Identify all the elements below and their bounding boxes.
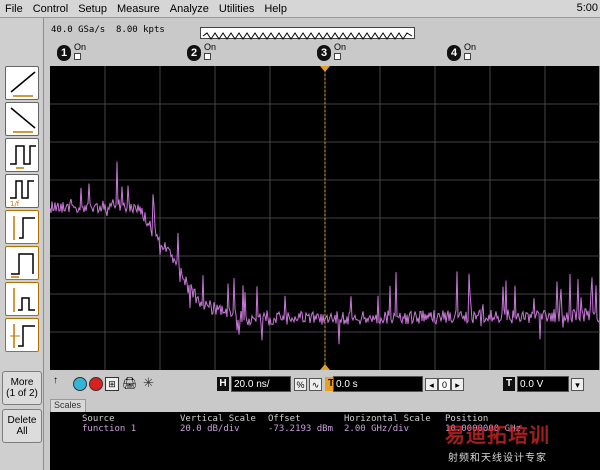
print-icon[interactable]: 🖨 bbox=[122, 376, 137, 390]
single-icon[interactable]: ⊞ bbox=[105, 377, 119, 391]
scales-tab[interactable]: Scales bbox=[50, 399, 86, 412]
clock: 5:00 bbox=[576, 2, 598, 14]
channel-4-checkbox[interactable] bbox=[464, 53, 471, 60]
trigger-level-dropdown-icon[interactable]: ▾ bbox=[571, 378, 584, 391]
waveform-canvas bbox=[50, 66, 600, 370]
rising-edge-trigger-button[interactable] bbox=[5, 66, 39, 100]
record-length: 8.00 kpts bbox=[116, 25, 165, 35]
menu-measure[interactable]: Measure bbox=[112, 3, 165, 15]
horizontal-scale-units-icon[interactable]: % bbox=[294, 378, 307, 391]
control-bar: ↑ ⊞ 🖨 ✳ H 20.0 ns/ % ∿ T 0.0 s ◂ 0 ▸ T 0… bbox=[45, 373, 600, 397]
trigger-level-field[interactable]: 0.0 V bbox=[517, 376, 569, 392]
memory-timeline-bar[interactable] bbox=[200, 27, 415, 40]
pulse-divide-trigger-icon: 1/f bbox=[10, 180, 34, 208]
horizontal-scale-header: Horizontal Scale bbox=[344, 414, 431, 424]
waveform-toggle-icon[interactable]: ∿ bbox=[309, 378, 322, 391]
source-value: function 1 bbox=[82, 424, 137, 434]
waveform-display[interactable] bbox=[50, 66, 600, 370]
position-value: 10.0000000 GHz bbox=[445, 424, 521, 434]
trigger-toolbar: 1/f More (1 of 2) Delete All bbox=[0, 18, 44, 470]
pattern-trigger-icon bbox=[11, 253, 34, 278]
run-icon[interactable] bbox=[73, 377, 87, 391]
delay-field[interactable]: 0.0 s bbox=[333, 376, 423, 392]
channel-2-state: On bbox=[204, 42, 217, 52]
channel-1-badge: 1 bbox=[57, 45, 71, 61]
offset-value: -73.2193 dBm bbox=[268, 424, 334, 434]
sample-rate: 40.0 GSa/s bbox=[51, 25, 106, 35]
pulse-width-trigger-icon bbox=[10, 145, 36, 169]
setup-hold-trigger-button[interactable] bbox=[5, 318, 39, 352]
pattern-trigger-button[interactable] bbox=[5, 246, 39, 280]
transition-trigger-button[interactable] bbox=[5, 210, 39, 244]
channel-1-state: On bbox=[74, 42, 87, 52]
channel-4-badge: 4 bbox=[447, 45, 461, 61]
runt-trigger-button[interactable] bbox=[5, 282, 39, 316]
time-per-div-field[interactable]: 20.0 ns/ bbox=[231, 376, 291, 392]
vertical-scale-value: 20.0 dB/div bbox=[180, 424, 240, 434]
more-button[interactable]: More (1 of 2) bbox=[2, 371, 42, 405]
more-label: More bbox=[10, 377, 34, 388]
menu-analyze[interactable]: Analyze bbox=[165, 3, 214, 15]
source-header: Source bbox=[82, 414, 115, 424]
menu-bar: File Control Setup Measure Analyze Utili… bbox=[0, 0, 600, 18]
delete-label: Delete bbox=[7, 415, 37, 426]
expand-arrow-icon[interactable]: ↑ bbox=[53, 375, 58, 386]
channel-3-checkbox[interactable] bbox=[334, 53, 341, 60]
delay-stepper-value: 0 bbox=[438, 378, 451, 391]
acquisition-strip: 40.0 GSa/s 8.00 kpts bbox=[45, 19, 600, 41]
channel-4-state: On bbox=[464, 42, 477, 52]
runt-trigger-icon bbox=[13, 288, 35, 312]
delete-all-label: All bbox=[16, 426, 28, 437]
pulse-divide-trigger-button[interactable]: 1/f bbox=[5, 174, 39, 208]
setup-hold-trigger-icon bbox=[10, 324, 35, 348]
channel-3-badge: 3 bbox=[317, 45, 331, 61]
menu-help[interactable]: Help bbox=[259, 3, 292, 15]
delay-increment-icon[interactable]: ▸ bbox=[451, 378, 464, 391]
channel-row: 1 On 2 On 3 On 4 On bbox=[45, 41, 600, 65]
trigger-arrow-top-icon bbox=[320, 66, 330, 72]
falling-edge-trigger-button[interactable] bbox=[5, 102, 39, 136]
vertical-scale-header: Vertical Scale bbox=[180, 414, 256, 424]
offset-header: Offset bbox=[268, 414, 301, 424]
channel-3-state: On bbox=[334, 42, 347, 52]
pulse-width-trigger-button[interactable] bbox=[5, 138, 39, 172]
menu-control[interactable]: Control bbox=[28, 3, 73, 15]
menu-setup[interactable]: Setup bbox=[73, 3, 112, 15]
timeline-waveform-icon bbox=[202, 32, 413, 40]
channel-2-badge: 2 bbox=[187, 45, 201, 61]
horizontal-scale-value: 2.00 GHz/div bbox=[344, 424, 410, 434]
svg-text:1/f: 1/f bbox=[10, 200, 20, 208]
trigger-arrow-bottom-icon bbox=[320, 364, 330, 370]
delay-decrement-icon[interactable]: ◂ bbox=[425, 378, 438, 391]
channel-2-checkbox[interactable] bbox=[204, 53, 211, 60]
delete-all-button[interactable]: Delete All bbox=[2, 409, 42, 443]
channel-1-checkbox[interactable] bbox=[74, 53, 81, 60]
oscilloscope-app: File Control Setup Measure Analyze Utili… bbox=[0, 0, 600, 470]
position-header: Position bbox=[445, 414, 489, 424]
autoscale-icon[interactable]: ✳ bbox=[143, 375, 154, 391]
horizontal-label: H bbox=[217, 377, 229, 391]
rising-edge-trigger-icon bbox=[10, 71, 36, 97]
trigger-label: T bbox=[503, 377, 515, 391]
stop-icon[interactable] bbox=[89, 377, 103, 391]
acquisition-info: 40.0 GSa/s 8.00 kpts bbox=[51, 25, 165, 35]
scales-panel: Source Vertical Scale Offset Horizontal … bbox=[50, 412, 600, 470]
menu-file[interactable]: File bbox=[0, 3, 28, 15]
menu-utilities[interactable]: Utilities bbox=[214, 3, 259, 15]
transition-trigger-icon bbox=[13, 216, 35, 240]
more-page-label: (1 of 2) bbox=[6, 388, 38, 399]
falling-edge-trigger-icon bbox=[10, 107, 36, 133]
